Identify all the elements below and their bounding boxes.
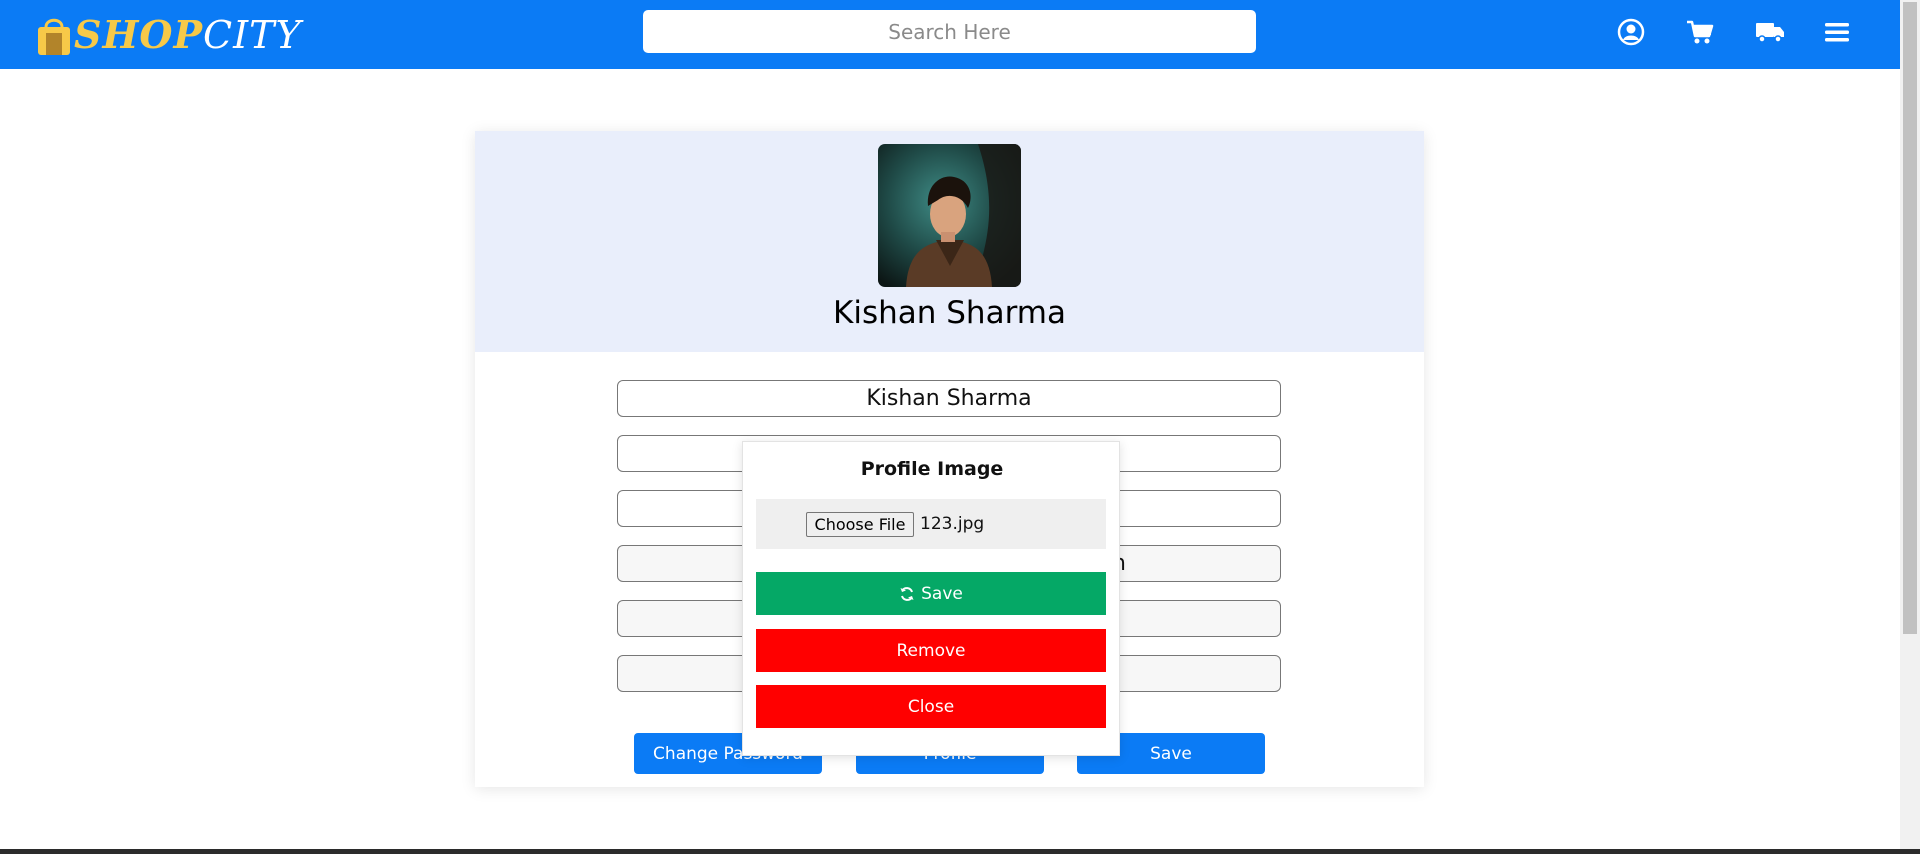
profile-name: Kishan Sharma: [833, 295, 1066, 331]
shopping-bag-icon: [38, 18, 70, 55]
scrollbar-thumb[interactable]: [1903, 2, 1917, 634]
search-input[interactable]: [643, 10, 1256, 53]
top-navbar: SHOPCITY: [0, 0, 1900, 69]
modal-remove-label: Remove: [896, 640, 966, 661]
footer-edge: [0, 849, 1920, 854]
truck-icon[interactable]: [1755, 17, 1785, 47]
user-circle-icon[interactable]: [1616, 17, 1646, 47]
file-picker-row: Choose File 123.jpg: [756, 499, 1106, 549]
logo-text: SHOPCITY: [74, 12, 302, 57]
refresh-icon: [900, 586, 914, 601]
modal-title: Profile Image: [860, 458, 1004, 480]
shopcity-logo[interactable]: SHOPCITY: [36, 3, 301, 65]
cart-icon[interactable]: [1685, 17, 1715, 47]
avatar[interactable]: [878, 144, 1021, 287]
choose-file-button[interactable]: Choose File: [806, 512, 914, 537]
modal-save-label: Save: [921, 583, 963, 604]
name-field[interactable]: [617, 380, 1281, 417]
modal-remove-button[interactable]: Remove: [756, 629, 1106, 672]
menu-icon[interactable]: [1822, 17, 1852, 47]
profile-image-modal: Profile Image Choose File 123.jpg Save R…: [742, 441, 1120, 756]
profile-header: Kishan Sharma: [475, 131, 1424, 352]
selected-file-name: 123.jpg: [920, 514, 985, 534]
modal-close-label: Close: [907, 696, 955, 717]
modal-close-button[interactable]: Close: [756, 685, 1106, 728]
modal-save-button[interactable]: Save: [756, 572, 1106, 615]
